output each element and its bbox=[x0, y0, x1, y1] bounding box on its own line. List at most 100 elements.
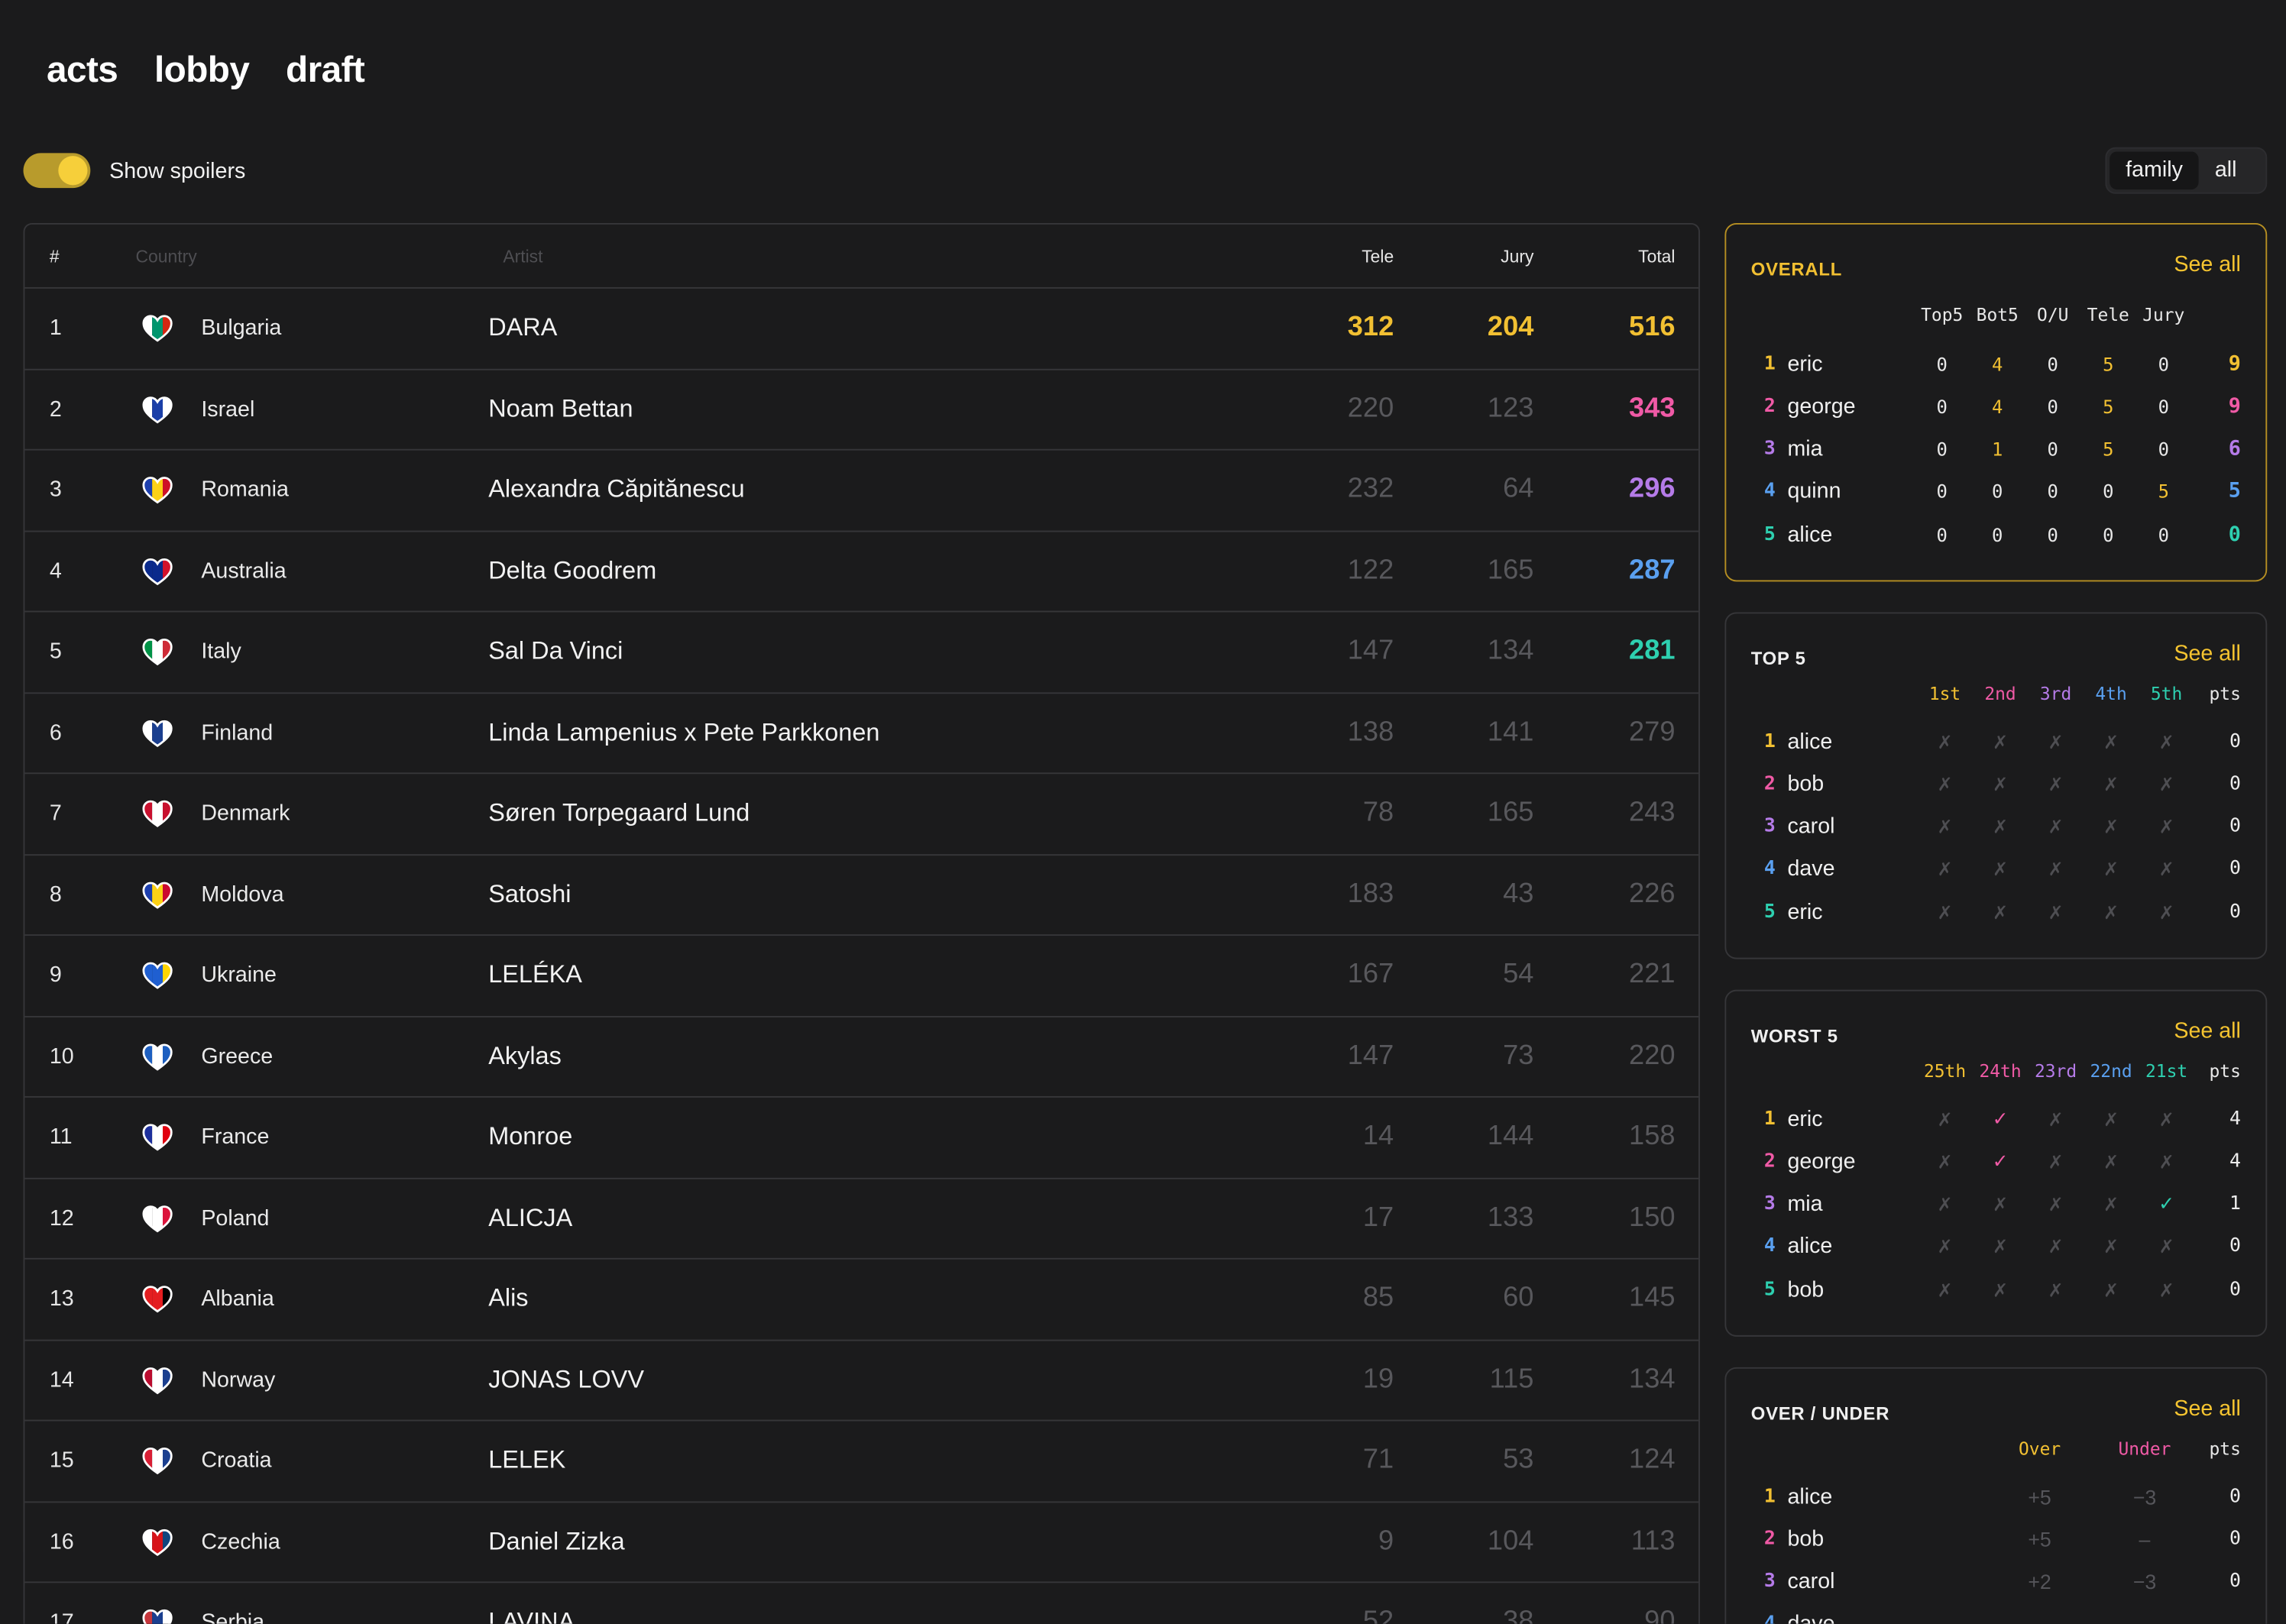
table-row[interactable]: 12 Poland ALICJA 17 133 150 bbox=[24, 1179, 1699, 1260]
cross-icon: ✗ bbox=[2158, 817, 2174, 838]
nav-acts[interactable]: acts bbox=[47, 50, 118, 92]
table-row[interactable]: 13 Albania Alis 85 60 145 bbox=[24, 1260, 1699, 1341]
row-total: 226 bbox=[1629, 878, 1676, 910]
worst5-see-all-link[interactable]: See all bbox=[2174, 1019, 2241, 1043]
row-country: Romania bbox=[201, 477, 289, 503]
over-under-row[interactable]: 3 carol +2 −3 0 bbox=[1726, 1561, 2265, 1603]
cross-icon: ✗ bbox=[2158, 1279, 2174, 1301]
results-table: # Country Artist Tele Jury Total 1 Bulgar… bbox=[23, 222, 1700, 1624]
top5-col-header: 5th bbox=[2150, 683, 2183, 704]
overall-value: 1 bbox=[1992, 438, 2003, 461]
spoilers-toggle-group: Show spoilers bbox=[23, 153, 246, 189]
row-tele: 14 bbox=[1362, 1121, 1394, 1152]
row-artist: Noam Bettan bbox=[488, 394, 633, 422]
overall-value: 0 bbox=[2047, 395, 2058, 418]
header-artist[interactable]: Artist bbox=[503, 246, 542, 267]
cross-icon: ✗ bbox=[2103, 902, 2119, 924]
header-rank: # bbox=[49, 246, 60, 267]
row-country: Finland bbox=[201, 720, 274, 746]
overall-value: 0 bbox=[2158, 523, 2169, 546]
table-row[interactable]: 1 Bulgaria DARA 312 204 516 bbox=[24, 289, 1699, 370]
table-row[interactable]: 9 Ukraine LELÉKA 167 54 221 bbox=[24, 936, 1699, 1017]
overall-see-all-link[interactable]: See all bbox=[2174, 252, 2241, 277]
header-total[interactable]: Total bbox=[1638, 246, 1675, 267]
row-artist: Sal Da Vinci bbox=[488, 637, 623, 665]
over-under-row[interactable]: 1 alice +5 −3 0 bbox=[1726, 1475, 2265, 1517]
top5-row[interactable]: 3 carol ✗ ✗ ✗ ✗ ✗ 0 bbox=[1726, 805, 2265, 847]
worst5-row[interactable]: 5 bob ✗ ✗ ✗ ✗ ✗ 0 bbox=[1726, 1268, 2265, 1310]
group-option-all[interactable]: all bbox=[2199, 151, 2253, 189]
nav-draft[interactable]: draft bbox=[286, 50, 365, 92]
flag-heart-icon bbox=[141, 1366, 173, 1395]
top5-title: TOP 5 bbox=[1750, 649, 1806, 669]
worst5-row[interactable]: 3 mia ✗ ✗ ✗ ✗ ✓ 1 bbox=[1726, 1183, 2265, 1225]
over-under-see-all-link[interactable]: See all bbox=[2174, 1396, 2241, 1421]
table-row[interactable]: 6 Finland Linda Lampenius x Pete Parkkonen… bbox=[24, 693, 1699, 775]
overall-col-header: Tele bbox=[2087, 304, 2129, 325]
table-row[interactable]: 11 France Monroe 14 144 158 bbox=[24, 1098, 1699, 1179]
table-row[interactable]: 3 Romania Alexandra Căpitănescu 232 64 296 bbox=[24, 451, 1699, 532]
row-rank: 4 bbox=[1763, 858, 1776, 881]
header-jury[interactable]: Jury bbox=[1501, 246, 1533, 267]
row-rank: 1 bbox=[1763, 1108, 1776, 1130]
overall-row[interactable]: 5 alice 0 0 0 0 0 0 bbox=[1726, 513, 2265, 555]
table-row[interactable]: 10 Greece Akylas 147 73 220 bbox=[24, 1017, 1699, 1098]
row-jury: 73 bbox=[1503, 1040, 1534, 1072]
worst5-row[interactable]: 1 eric ✗ ✓ ✗ ✗ ✗ 4 bbox=[1726, 1098, 2265, 1140]
top5-row[interactable]: 5 eric ✗ ✗ ✗ ✗ ✗ 0 bbox=[1726, 891, 2265, 933]
table-row[interactable]: 14 Norway JONAS LOVV 19 115 134 bbox=[24, 1341, 1699, 1422]
overall-row[interactable]: 1 eric 0 4 0 5 0 9 bbox=[1726, 342, 2265, 384]
table-row[interactable]: 16 Czechia Daniel Zizka 9 104 113 bbox=[24, 1502, 1699, 1584]
cross-icon: ✗ bbox=[2048, 1152, 2064, 1173]
top5-row[interactable]: 1 alice ✗ ✗ ✗ ✗ ✗ 0 bbox=[1726, 720, 2265, 762]
table-row[interactable]: 15 Croatia LELEK 71 53 124 bbox=[24, 1421, 1699, 1503]
row-rank: 1 bbox=[1763, 730, 1776, 752]
over-under-row[interactable]: 4 dave bbox=[1726, 1603, 2265, 1623]
overall-row[interactable]: 4 quinn 0 0 0 0 5 5 bbox=[1726, 471, 2265, 513]
group-option-family[interactable]: family bbox=[2110, 151, 2199, 190]
top5-row[interactable]: 4 dave ✗ ✗ ✗ ✗ ✗ 0 bbox=[1726, 848, 2265, 890]
worst5-row[interactable]: 4 alice ✗ ✗ ✗ ✗ ✗ 0 bbox=[1726, 1226, 2265, 1268]
overall-title: OVERALL bbox=[1750, 259, 1843, 280]
table-row[interactable]: 4 Australia Delta Goodrem 122 165 287 bbox=[24, 532, 1699, 613]
over-under-row[interactable]: 2 bob +5 – 0 bbox=[1726, 1518, 2265, 1560]
top5-see-all-link[interactable]: See all bbox=[2174, 642, 2241, 666]
top5-col-header: 1st bbox=[1928, 683, 1961, 704]
row-tele: 9 bbox=[1378, 1525, 1394, 1557]
row-total: 343 bbox=[1629, 393, 1676, 424]
row-user: eric bbox=[1787, 899, 1823, 925]
cross-icon: ✗ bbox=[2048, 1279, 2064, 1301]
flag-heart-icon bbox=[141, 1527, 173, 1556]
header-tele[interactable]: Tele bbox=[1362, 246, 1394, 267]
cross-icon: ✗ bbox=[2158, 902, 2174, 924]
table-row[interactable]: 17 Serbia LAVINA 52 38 90 bbox=[24, 1583, 1698, 1624]
row-artist: Monroe bbox=[488, 1122, 573, 1151]
overall-row[interactable]: 3 mia 0 1 0 5 0 6 bbox=[1726, 428, 2265, 470]
row-tele: 52 bbox=[1362, 1606, 1394, 1624]
cross-icon: ✗ bbox=[1993, 774, 2009, 795]
spoilers-toggle[interactable] bbox=[23, 153, 91, 189]
worst5-col-header: 25th bbox=[1923, 1061, 1967, 1082]
table-row[interactable]: 5 Italy Sal Da Vinci 147 134 281 bbox=[24, 612, 1699, 694]
over-under-card: OVER / UNDER See all Over Under pts 1 alice… bbox=[1724, 1367, 2268, 1624]
worst5-row[interactable]: 2 george ✗ ✓ ✗ ✗ ✗ 4 bbox=[1726, 1140, 2265, 1182]
under-value: −3 bbox=[2132, 1570, 2157, 1593]
header-country[interactable]: Country bbox=[135, 246, 196, 267]
table-row[interactable]: 7 Denmark Søren Torpegaard Lund 78 165 243 bbox=[24, 774, 1699, 856]
row-user: quinn bbox=[1787, 479, 1841, 505]
under-header: Under bbox=[2118, 1438, 2171, 1460]
table-row[interactable]: 2 Israel Noam Bettan 220 123 343 bbox=[24, 370, 1699, 451]
top5-row[interactable]: 2 bob ✗ ✗ ✗ ✗ ✗ 0 bbox=[1726, 763, 2265, 805]
row-total: 134 bbox=[1629, 1364, 1676, 1395]
row-tele: 147 bbox=[1347, 1040, 1394, 1072]
cross-icon: ✗ bbox=[2048, 817, 2064, 838]
table-row[interactable]: 8 Moldova Satoshi 183 43 226 bbox=[24, 855, 1699, 937]
row-rank: 2 bbox=[49, 396, 62, 422]
row-user: alice bbox=[1787, 729, 1833, 754]
row-tele: 232 bbox=[1347, 474, 1394, 505]
row-jury: 53 bbox=[1503, 1444, 1534, 1476]
overall-row[interactable]: 2 george 0 4 0 5 0 9 bbox=[1726, 385, 2265, 427]
nav-lobby[interactable]: lobby bbox=[154, 50, 250, 92]
over-value: +2 bbox=[2028, 1570, 2051, 1593]
cross-icon: ✗ bbox=[2048, 1194, 2064, 1215]
